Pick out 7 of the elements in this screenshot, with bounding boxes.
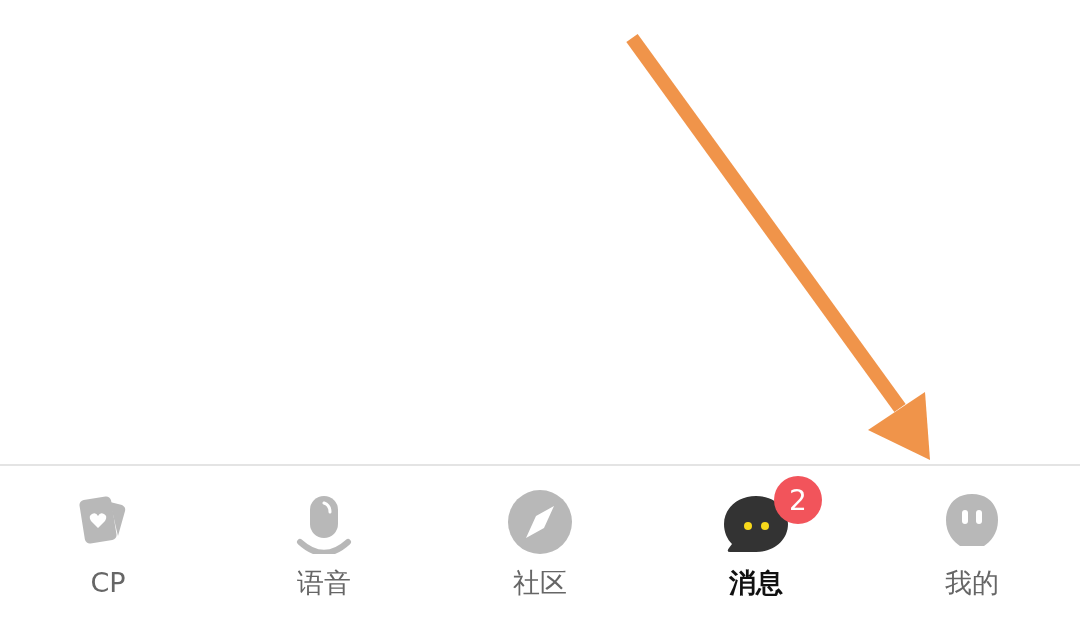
tab[interactable]: 语音 (216, 466, 432, 626)
tab[interactable]: 我的 (864, 466, 1080, 626)
tab[interactable]: CP (0, 466, 216, 626)
compass-icon (508, 490, 572, 554)
tab[interactable]: 2 消息 (648, 466, 864, 626)
tab[interactable]: 社区 (432, 466, 648, 626)
unread-count: 2 (774, 476, 822, 524)
